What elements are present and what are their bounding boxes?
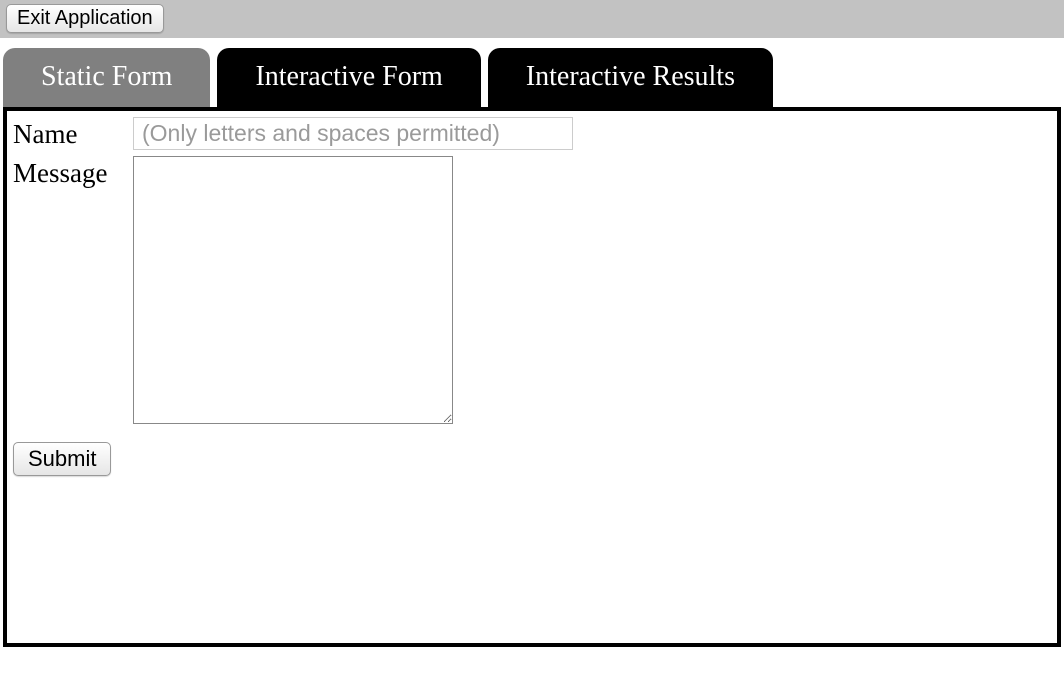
form-panel: Name Message Submit: [3, 107, 1061, 647]
exit-application-button[interactable]: Exit Application: [6, 4, 164, 33]
tab-bar: Static Form Interactive Form Interactive…: [0, 48, 1064, 107]
tab-interactive-results[interactable]: Interactive Results: [488, 48, 773, 107]
name-label: Name: [13, 117, 133, 150]
submit-row: Submit: [13, 442, 1051, 476]
tab-static-form[interactable]: Static Form: [3, 48, 210, 107]
submit-button[interactable]: Submit: [13, 442, 111, 476]
message-textarea[interactable]: [133, 156, 453, 424]
message-label: Message: [13, 156, 133, 189]
name-row: Name: [13, 117, 1051, 150]
tab-interactive-form[interactable]: Interactive Form: [217, 48, 480, 107]
message-row: Message: [13, 156, 1051, 424]
name-input[interactable]: [133, 117, 573, 150]
topbar: Exit Application: [0, 0, 1064, 38]
